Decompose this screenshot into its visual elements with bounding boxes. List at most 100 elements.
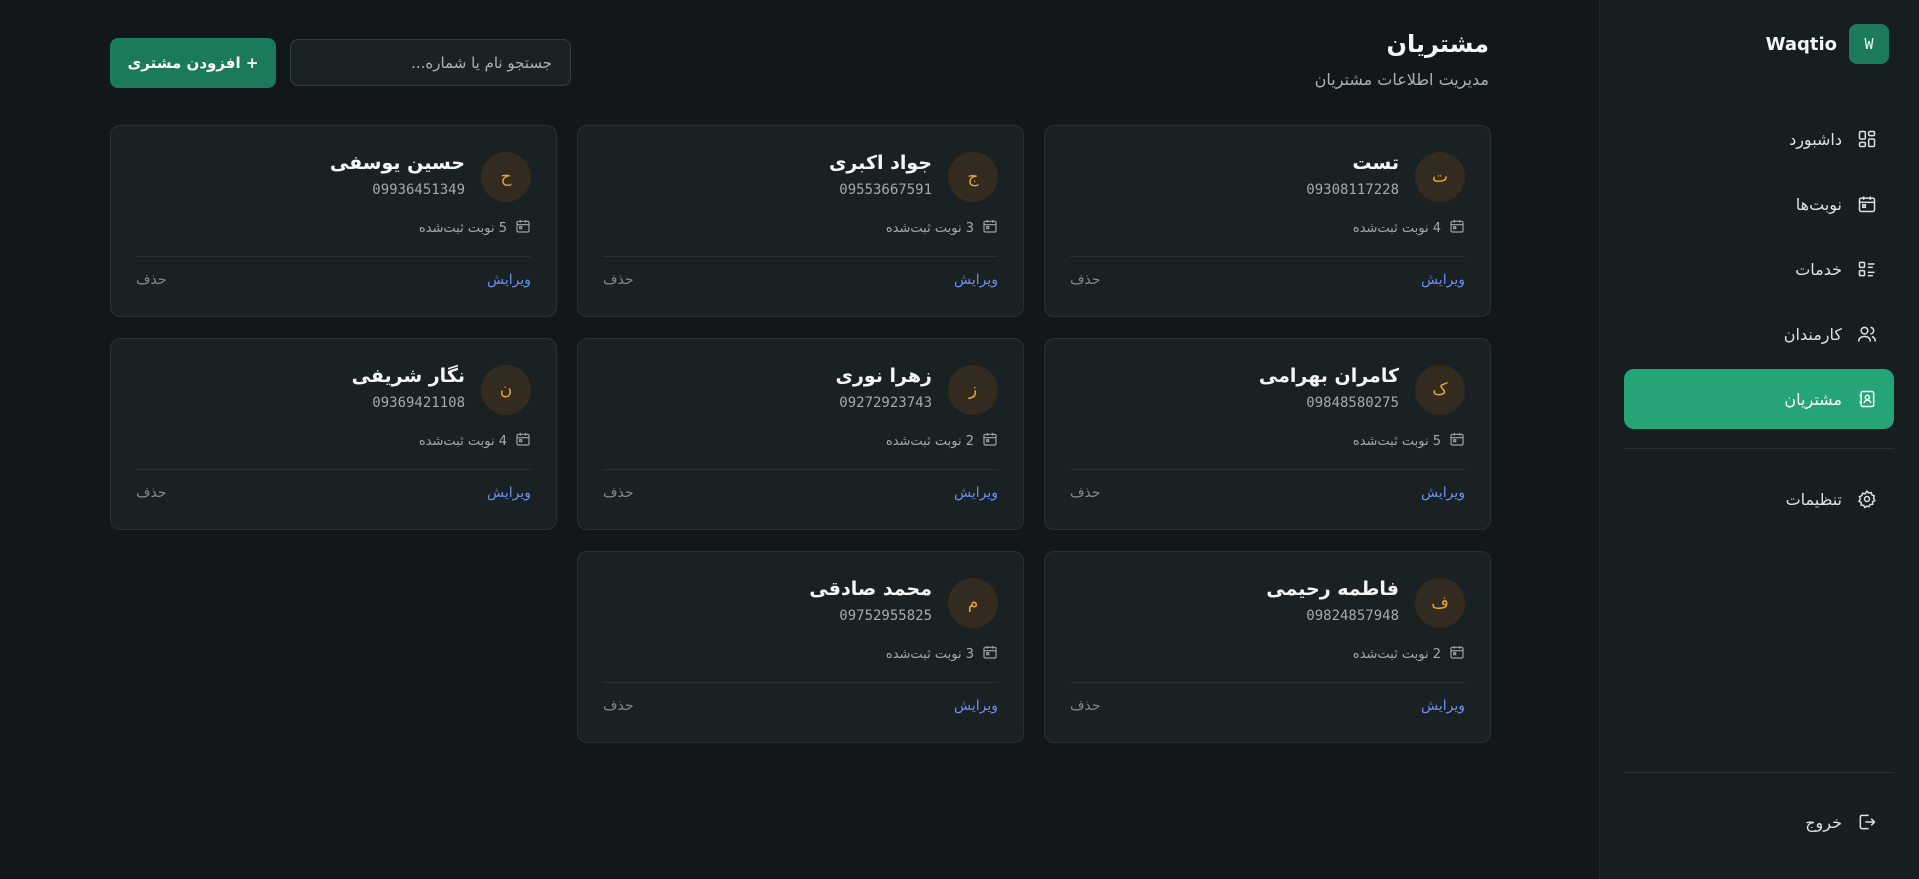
customer-phone: 09369421108 bbox=[372, 395, 465, 411]
appointment-count-label: 3 نوبت ثبت‌شده bbox=[885, 646, 974, 662]
calendar-icon bbox=[1449, 644, 1465, 664]
calendar-icon bbox=[515, 431, 531, 451]
add-customer-button[interactable]: + افزودن مشتری bbox=[110, 38, 276, 88]
appointment-count: 2 نوبت ثبت‌شده bbox=[886, 431, 998, 451]
sidebar-item-dashboard[interactable]: داشبورد bbox=[1624, 109, 1894, 169]
customer-phone: 09553667591 bbox=[839, 182, 932, 198]
sidebar-item-appointments[interactable]: نوبت‌ها bbox=[1624, 174, 1894, 234]
card-divider bbox=[136, 256, 531, 257]
customer-card: م محمد صادقی 09752955825 3 نوبت ثبت‌شده … bbox=[577, 551, 1024, 743]
appointment-count: 5 نوبت ثبت‌شده bbox=[419, 218, 531, 238]
delete-link[interactable]: حذف bbox=[603, 698, 634, 714]
appointment-count: 4 نوبت ثبت‌شده bbox=[419, 431, 531, 451]
delete-link[interactable]: حذف bbox=[603, 485, 634, 501]
edit-link[interactable]: ویرایش bbox=[954, 698, 998, 714]
calendar-icon bbox=[515, 218, 531, 238]
page-title: مشتریان bbox=[1386, 30, 1489, 58]
avatar: ج bbox=[948, 152, 998, 202]
contacts-book-icon bbox=[1856, 388, 1878, 410]
customer-phone: 09824857948 bbox=[1306, 608, 1399, 624]
customer-card: ج جواد اکبری 09553667591 3 نوبت ثبت‌شده … bbox=[577, 125, 1024, 317]
logout-icon bbox=[1856, 811, 1878, 833]
delete-link[interactable]: حذف bbox=[1070, 698, 1101, 714]
logout-label: خروج bbox=[1805, 812, 1842, 832]
appointment-count-label: 4 نوبت ثبت‌شده bbox=[418, 433, 507, 449]
customer-phone: 09936451349 bbox=[372, 182, 465, 198]
delete-link[interactable]: حذف bbox=[1070, 485, 1101, 501]
sidebar-item-staff[interactable]: کارمندان bbox=[1624, 304, 1894, 364]
avatar: ک bbox=[1415, 365, 1465, 415]
sidebar-item-services[interactable]: خدمات bbox=[1624, 239, 1894, 299]
brand-name: Waqtio bbox=[1765, 33, 1837, 55]
card-divider bbox=[603, 469, 998, 470]
edit-link[interactable]: ویرایش bbox=[1421, 272, 1465, 288]
calendar-icon bbox=[1449, 431, 1465, 451]
customer-name: زهرا نوری bbox=[835, 365, 932, 387]
edit-link[interactable]: ویرایش bbox=[954, 485, 998, 501]
sidebar-item-settings[interactable]: تنظیمات bbox=[1624, 469, 1894, 529]
sidebar-item-label: خدمات bbox=[1795, 259, 1842, 279]
customer-phone: 09272923743 bbox=[839, 395, 932, 411]
customer-name: جواد اکبری bbox=[828, 152, 932, 174]
avatar: م bbox=[948, 578, 998, 628]
sidebar-item-label: داشبورد bbox=[1789, 129, 1842, 149]
services-list-icon bbox=[1856, 258, 1878, 280]
brand[interactable]: W Waqtio bbox=[1766, 24, 1889, 64]
appointment-count-label: 2 نوبت ثبت‌شده bbox=[885, 433, 974, 449]
customer-card: ح حسین یوسفی 09936451349 5 نوبت ثبت‌شده … bbox=[110, 125, 557, 317]
edit-link[interactable]: ویرایش bbox=[1421, 698, 1465, 714]
logout-divider bbox=[1624, 772, 1894, 773]
calendar-icon bbox=[1449, 218, 1465, 238]
appointment-count-label: 2 نوبت ثبت‌شده bbox=[1352, 646, 1441, 662]
customer-name: نگار شریفی bbox=[351, 365, 465, 387]
sidebar-item-label: نوبت‌ها bbox=[1795, 194, 1842, 214]
search-input[interactable] bbox=[290, 39, 571, 86]
delete-link[interactable]: حذف bbox=[1070, 272, 1101, 288]
appointment-count: 4 نوبت ثبت‌شده bbox=[1353, 218, 1465, 238]
sidebar: W Waqtio داشبورد نوبت‌ها خدمات کارمندا bbox=[1599, 0, 1919, 879]
customer-phone: 09308117228 bbox=[1306, 182, 1399, 198]
delete-link[interactable]: حذف bbox=[603, 272, 634, 288]
edit-link[interactable]: ویرایش bbox=[1421, 485, 1465, 501]
customer-card: ت تست 09308117228 4 نوبت ثبت‌شده ویرایش … bbox=[1044, 125, 1491, 317]
users-icon bbox=[1856, 323, 1878, 345]
customer-name: محمد صادقی bbox=[809, 578, 932, 600]
customer-name: تست bbox=[1352, 152, 1399, 174]
calendar-icon bbox=[982, 431, 998, 451]
calendar-icon bbox=[982, 218, 998, 238]
customer-name: کامران بهرامی bbox=[1258, 365, 1399, 387]
edit-link[interactable]: ویرایش bbox=[487, 485, 531, 501]
gear-icon bbox=[1856, 488, 1878, 510]
card-divider bbox=[1070, 469, 1465, 470]
card-divider bbox=[1070, 256, 1465, 257]
edit-link[interactable]: ویرایش bbox=[487, 272, 531, 288]
customer-card: ک کامران بهرامی 09848580275 5 نوبت ثبت‌ش… bbox=[1044, 338, 1491, 530]
calendar-icon bbox=[1856, 193, 1878, 215]
logout-button[interactable]: خروج bbox=[1624, 792, 1894, 852]
sidebar-item-label: تنظیمات bbox=[1785, 489, 1842, 509]
sidebar-item-label: مشتریان bbox=[1784, 389, 1842, 409]
calendar-icon bbox=[982, 644, 998, 664]
customer-grid: ت تست 09308117228 4 نوبت ثبت‌شده ویرایش … bbox=[110, 125, 1491, 745]
customer-card: ف فاطمه رحیمی 09824857948 2 نوبت ثبت‌شده… bbox=[1044, 551, 1491, 743]
customer-name: حسین یوسفی bbox=[329, 152, 465, 174]
nav-divider bbox=[1624, 448, 1894, 449]
sidebar-nav: داشبورد نوبت‌ها خدمات کارمندان مشتریان bbox=[1624, 109, 1894, 534]
appointment-count: 2 نوبت ثبت‌شده bbox=[1353, 644, 1465, 664]
appointment-count: 3 نوبت ثبت‌شده bbox=[886, 644, 998, 664]
customer-phone: 09848580275 bbox=[1306, 395, 1399, 411]
appointment-count-label: 5 نوبت ثبت‌شده bbox=[1352, 433, 1441, 449]
card-divider bbox=[603, 682, 998, 683]
avatar: ت bbox=[1415, 152, 1465, 202]
avatar: ز bbox=[948, 365, 998, 415]
edit-link[interactable]: ویرایش bbox=[954, 272, 998, 288]
sidebar-item-customers[interactable]: مشتریان bbox=[1624, 369, 1894, 429]
appointment-count-label: 3 نوبت ثبت‌شده bbox=[885, 220, 974, 236]
appointment-count: 5 نوبت ثبت‌شده bbox=[1353, 431, 1465, 451]
delete-link[interactable]: حذف bbox=[136, 485, 167, 501]
appointment-count-label: 4 نوبت ثبت‌شده bbox=[1352, 220, 1441, 236]
customer-card: ن نگار شریفی 09369421108 4 نوبت ثبت‌شده … bbox=[110, 338, 557, 530]
delete-link[interactable]: حذف bbox=[136, 272, 167, 288]
card-divider bbox=[1070, 682, 1465, 683]
brand-logo: W bbox=[1849, 24, 1889, 64]
